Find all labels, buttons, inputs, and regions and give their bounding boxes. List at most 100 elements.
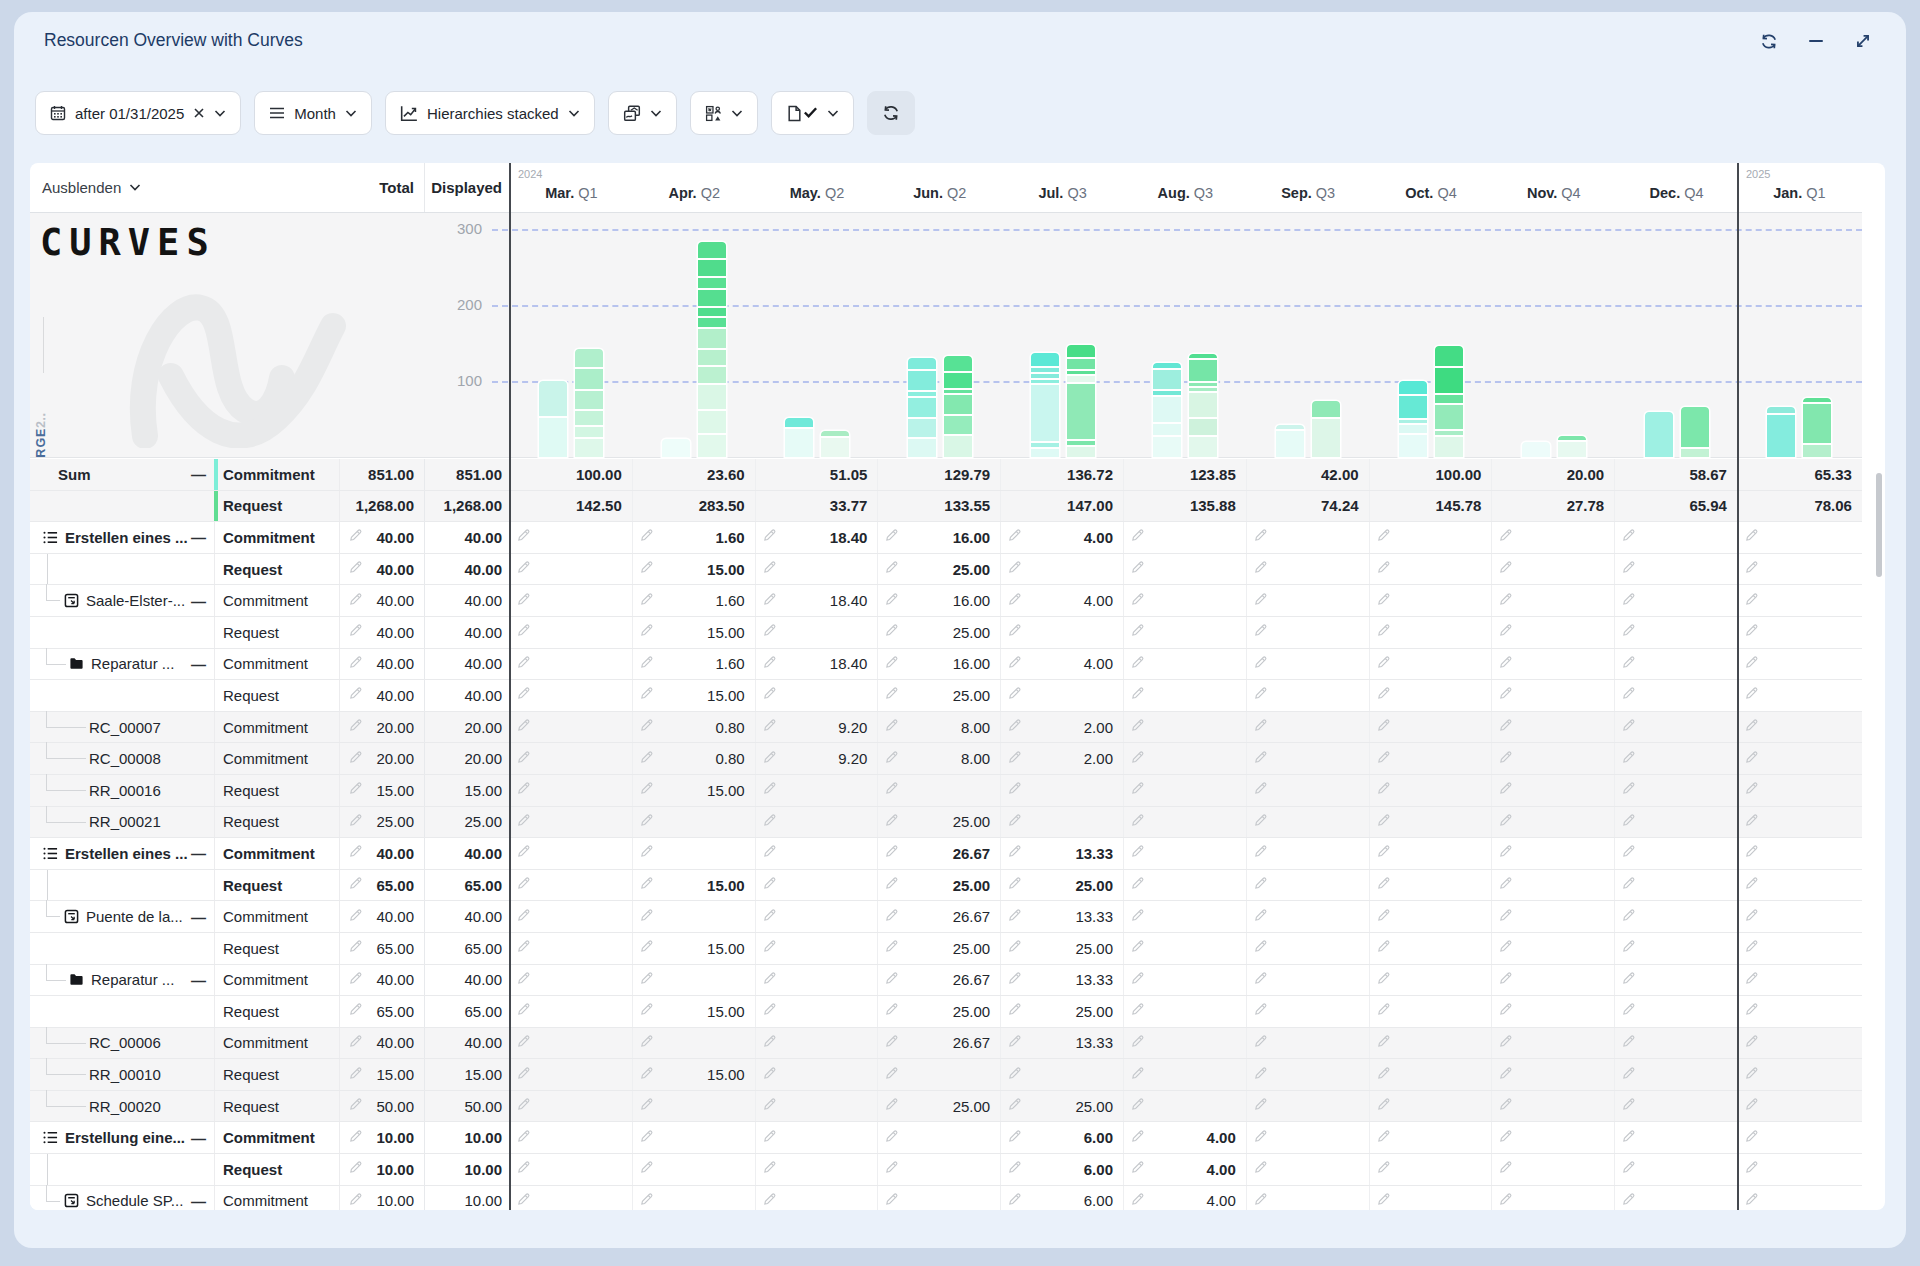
pencil-icon[interactable] (1253, 560, 1269, 579)
pencil-icon[interactable] (1007, 1191, 1023, 1210)
month-value-cell[interactable] (1247, 996, 1370, 1027)
collapse-toggle[interactable]: — (191, 1129, 206, 1146)
month-value-cell[interactable]: 15.00 (633, 1059, 756, 1090)
pencil-icon[interactable] (884, 907, 900, 926)
month-value-cell[interactable] (1247, 1028, 1370, 1059)
pencil-icon[interactable] (1498, 623, 1514, 642)
total-cell[interactable]: 40.00 (340, 838, 425, 869)
month-value-cell[interactable] (1124, 522, 1247, 553)
month-value-cell[interactable]: 4.00 (1001, 649, 1124, 680)
month-value-cell[interactable] (1124, 554, 1247, 585)
total-cell[interactable]: 65.00 (340, 996, 425, 1027)
pencil-icon[interactable] (884, 749, 900, 768)
pencil-icon[interactable] (1376, 749, 1392, 768)
month-value-cell[interactable] (1615, 680, 1738, 711)
month-value-cell[interactable] (878, 1122, 1001, 1153)
pencil-icon[interactable] (1007, 844, 1023, 863)
pencil-icon[interactable] (1007, 623, 1023, 642)
month-value-cell[interactable]: 15.00 (633, 775, 756, 806)
expand-icon[interactable] (1854, 32, 1872, 50)
month-value-cell[interactable] (1492, 1122, 1615, 1153)
pencil-icon[interactable] (762, 1160, 778, 1179)
pencil-icon[interactable] (516, 1097, 532, 1116)
month-value-cell[interactable] (1370, 712, 1493, 743)
pencil-icon[interactable] (884, 686, 900, 705)
month-value-cell[interactable] (1124, 585, 1247, 616)
month-value-cell[interactable] (1124, 775, 1247, 806)
month-value-cell[interactable] (1124, 1028, 1247, 1059)
month-value-cell[interactable]: 8.00 (878, 712, 1001, 743)
pencil-icon[interactable] (516, 1160, 532, 1179)
month-value-cell[interactable] (1370, 775, 1493, 806)
pencil-icon[interactable] (639, 1033, 655, 1052)
pencil-icon[interactable] (516, 970, 532, 989)
pencil-icon[interactable] (884, 1097, 900, 1116)
collapse-toggle[interactable]: — (191, 1192, 206, 1209)
row-name-cell[interactable]: Reparatur ...— (30, 965, 215, 996)
pencil-icon[interactable] (1621, 876, 1637, 895)
pencil-icon[interactable] (1130, 1097, 1146, 1116)
total-cell[interactable]: 40.00 (340, 585, 425, 616)
pencil-icon[interactable] (1744, 1033, 1760, 1052)
row-name-cell[interactable]: Erstellung eine...— (30, 1122, 215, 1153)
month-value-cell[interactable] (1738, 1154, 1862, 1185)
month-value-cell[interactable]: 1.60 (633, 649, 756, 680)
month-value-cell[interactable]: 16.00 (878, 522, 1001, 553)
pencil-icon[interactable] (1130, 623, 1146, 642)
pencil-icon[interactable] (884, 844, 900, 863)
pencil-icon[interactable] (1376, 560, 1392, 579)
pencil-icon[interactable] (762, 939, 778, 958)
pencil-icon[interactable] (762, 718, 778, 737)
pencil-icon[interactable] (1621, 844, 1637, 863)
pencil-icon[interactable] (1498, 1002, 1514, 1021)
month-value-cell[interactable] (1124, 870, 1247, 901)
total-cell[interactable]: 10.00 (340, 1154, 425, 1185)
pencil-icon[interactable] (1744, 1128, 1760, 1147)
pencil-icon[interactable] (1744, 718, 1760, 737)
month-value-cell[interactable] (1615, 1059, 1738, 1090)
pencil-icon[interactable] (1621, 1191, 1637, 1210)
month-value-cell[interactable]: 9.20 (756, 743, 879, 774)
pencil-icon[interactable] (884, 939, 900, 958)
pencil-icon[interactable] (1498, 686, 1514, 705)
pencil-icon[interactable] (1130, 812, 1146, 831)
pencil-icon[interactable] (1498, 528, 1514, 547)
hide-column-header[interactable]: Ausblenden (30, 163, 215, 212)
month-value-cell[interactable] (1738, 870, 1862, 901)
pencil-icon[interactable] (1498, 939, 1514, 958)
pencil-icon[interactable] (762, 812, 778, 831)
pencil-icon[interactable] (1621, 1160, 1637, 1179)
date-filter-button[interactable]: after 01/31/2025 (35, 91, 241, 135)
pencil-icon[interactable] (1007, 907, 1023, 926)
month-value-cell[interactable] (1738, 965, 1862, 996)
month-value-cell[interactable] (1492, 649, 1615, 680)
month-value-cell[interactable] (1370, 838, 1493, 869)
month-value-cell[interactable] (633, 1122, 756, 1153)
month-value-cell[interactable] (1247, 712, 1370, 743)
pencil-icon[interactable] (1007, 876, 1023, 895)
pencil-icon[interactable] (639, 1128, 655, 1147)
month-value-cell[interactable] (1492, 712, 1615, 743)
month-value-cell[interactable]: 25.00 (878, 933, 1001, 964)
month-value-cell[interactable] (1492, 680, 1615, 711)
month-value-cell[interactable] (1370, 1091, 1493, 1122)
pencil-icon[interactable] (1130, 781, 1146, 800)
month-value-cell[interactable]: 8.00 (878, 743, 1001, 774)
month-value-cell[interactable] (1615, 775, 1738, 806)
pencil-icon[interactable] (1130, 844, 1146, 863)
month-value-cell[interactable] (1492, 996, 1615, 1027)
pencil-icon[interactable] (1007, 591, 1023, 610)
month-value-cell[interactable] (1001, 617, 1124, 648)
pencil-icon[interactable] (1744, 1097, 1760, 1116)
minimize-icon[interactable] (1807, 32, 1825, 50)
pencil-icon[interactable] (1130, 560, 1146, 579)
month-value-cell[interactable] (878, 775, 1001, 806)
month-value-cell[interactable] (1247, 933, 1370, 964)
row-name-cell[interactable]: Sum— (30, 459, 215, 490)
pencil-icon[interactable] (762, 970, 778, 989)
pencil-icon[interactable] (516, 591, 532, 610)
pencil-icon[interactable] (1498, 718, 1514, 737)
pencil-icon[interactable] (639, 1160, 655, 1179)
month-value-cell[interactable]: 4.00 (1001, 522, 1124, 553)
pencil-icon[interactable] (1498, 1128, 1514, 1147)
